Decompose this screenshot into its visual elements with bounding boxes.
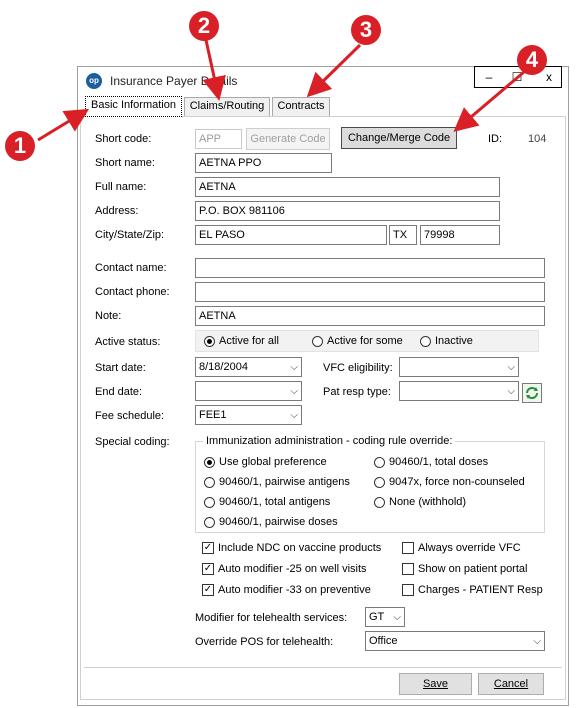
callout-4: 4 xyxy=(517,45,547,75)
callout-1: 1 xyxy=(5,131,35,161)
arrow-4 xyxy=(453,70,525,132)
arrow-1 xyxy=(37,108,90,142)
arrow-2 xyxy=(202,39,226,101)
arrow-3 xyxy=(306,43,362,98)
callout-3: 3 xyxy=(351,15,381,45)
callout-2: 2 xyxy=(189,11,219,41)
annotation-arrows xyxy=(37,39,525,142)
